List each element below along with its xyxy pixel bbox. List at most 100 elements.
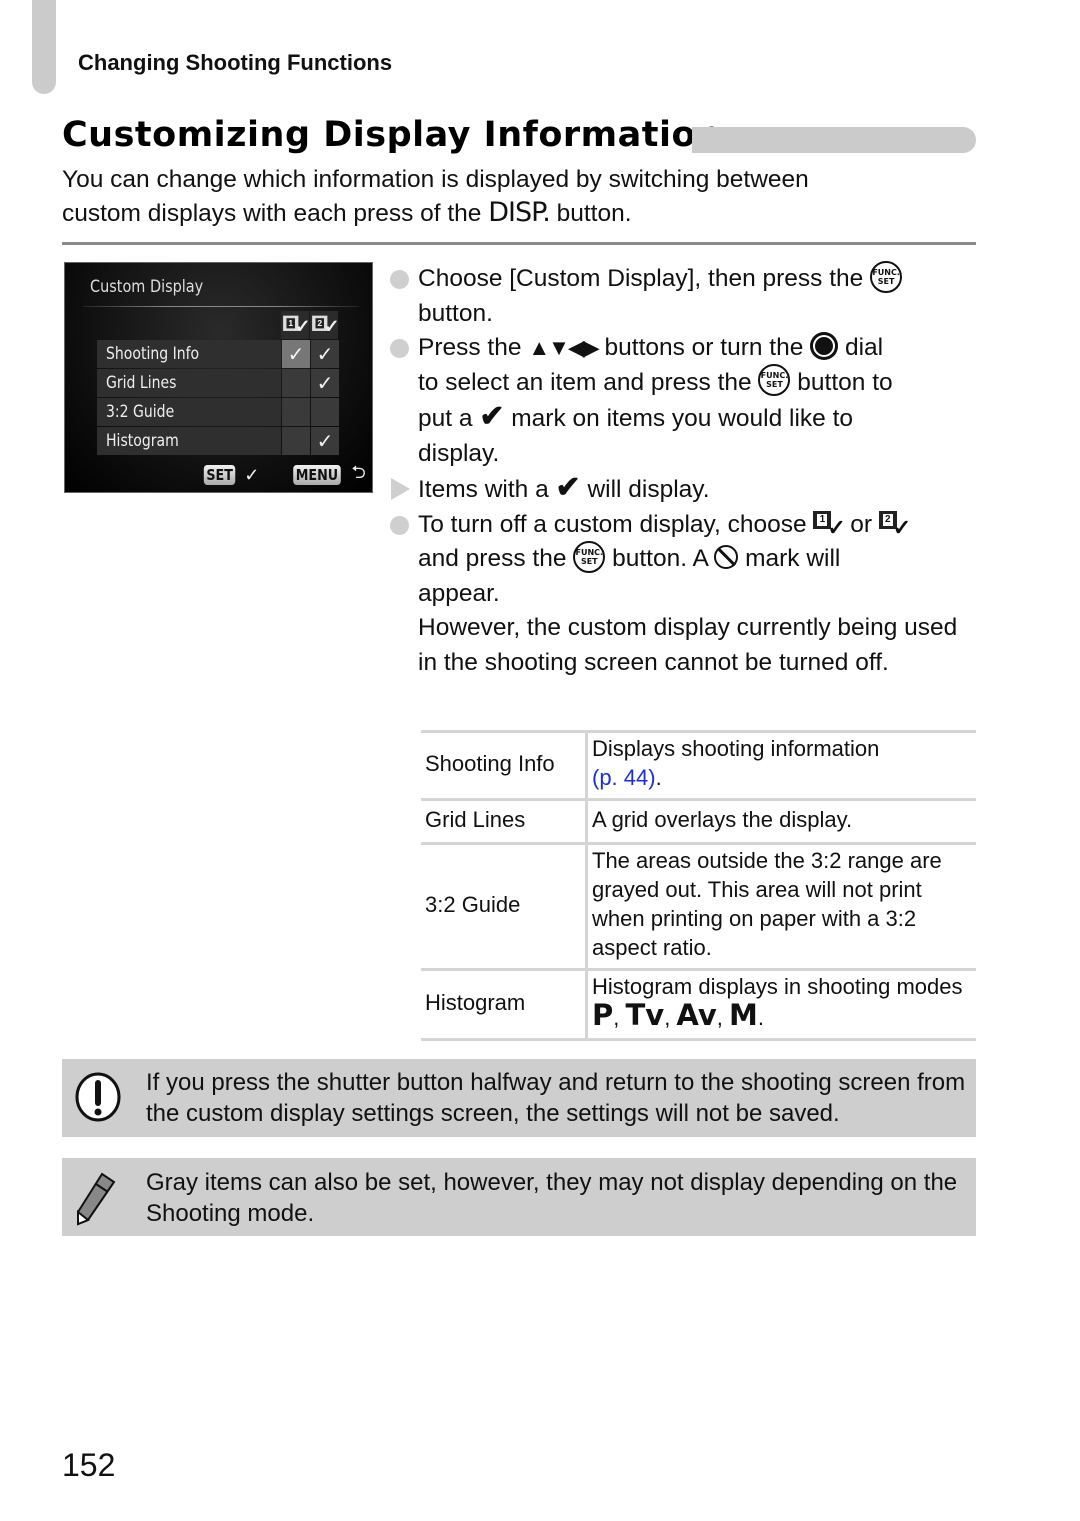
- table-cell-desc: Displays shooting information (p. 44).: [586, 730, 976, 801]
- instruction-steps: Choose [Custom Display], then press the …: [388, 260, 978, 680]
- check-cell: [282, 369, 310, 397]
- section-title: Changing Shooting Functions: [78, 50, 393, 75]
- table-cell-desc: The areas outside the 3:2 range are gray…: [586, 842, 976, 971]
- custom-display-1-icon: 1 ✓: [813, 509, 846, 540]
- camera-row-label: Shooting Info: [106, 344, 200, 363]
- mode-m-icon: M: [728, 998, 758, 1032]
- mode-p-icon: P: [592, 998, 614, 1032]
- bullet-icon: [390, 339, 409, 358]
- divider: [62, 242, 976, 245]
- check-cell: ✓: [311, 369, 339, 397]
- camera-menu-rows: Shooting Info ✓ ✓ Grid Lines ✓ 3:2 Guide…: [97, 340, 339, 456]
- intro-paragraph: You can change which information is disp…: [62, 163, 962, 230]
- camera-screen-title: Custom Display: [90, 277, 204, 297]
- bullet-icon: [390, 515, 409, 535]
- check-cell: ✓: [311, 340, 339, 368]
- table-row: Grid Lines A grid overlays the display.: [421, 798, 976, 845]
- table-row: Histogram Histogram displays in shooting…: [421, 968, 976, 1041]
- step-text: button. A: [605, 545, 715, 572]
- step-text: button.: [418, 299, 493, 327]
- func-set-button-icon: FUNC. SET: [573, 540, 606, 573]
- table-cell-name: Grid Lines: [421, 798, 588, 845]
- display-items-table: Shooting Info Displays shooting informat…: [421, 730, 976, 1041]
- menu-key-icon: MENU: [293, 465, 342, 485]
- check-mark-icon: ✔: [479, 400, 505, 433]
- check-cell: [282, 427, 310, 455]
- camera-title-divider: [83, 306, 359, 307]
- page-number: 152: [62, 1447, 116, 1483]
- func-set-button-icon: FUNC. SET: [870, 260, 903, 293]
- step-select: Press the ▲▼◀▶ buttons or turn the dial …: [388, 331, 978, 471]
- arrow-buttons-icon: ▲▼◀▶: [528, 335, 599, 360]
- page-link[interactable]: (p. 44): [592, 765, 656, 790]
- intro-line-1: You can change which information is disp…: [62, 166, 809, 193]
- mode-av-icon: Av: [676, 998, 717, 1032]
- step-text: Press the: [418, 334, 529, 361]
- custom-display-2-icon: 2 ✓: [310, 311, 340, 339]
- step-text: mark will: [738, 545, 841, 572]
- disp-button-icon: DISP.: [488, 197, 551, 228]
- table-cell-name: Histogram: [421, 968, 588, 1041]
- step-text: button to: [790, 368, 893, 396]
- camera-row-histogram: Histogram ✓: [97, 427, 339, 455]
- set-key-icon: SET: [203, 465, 236, 485]
- heading-bar-decoration: [692, 127, 976, 153]
- memo-text: Gray items can also be set, however, the…: [146, 1169, 958, 1227]
- step-note: However, the custom display currently be…: [418, 614, 958, 676]
- camera-row-label: Histogram: [106, 431, 179, 450]
- check-cell: [282, 398, 310, 426]
- camera-row-label: 3:2 Guide: [106, 402, 175, 421]
- table-row: Shooting Info Displays shooting informat…: [421, 730, 976, 801]
- side-tab-marker: [32, 0, 56, 94]
- camera-screen-illustration: Custom Display 1 ✓ 2 ✓ Shooting Info ✓ ✓ G…: [64, 262, 373, 493]
- page-title: Customizing Display Information: [62, 115, 722, 155]
- step-text: Items with a: [418, 476, 556, 503]
- check-cell: ✓: [282, 340, 310, 368]
- custom-display-1-icon: 1 ✓: [281, 311, 311, 339]
- bullet-icon: [390, 270, 409, 289]
- camera-row-label: Grid Lines: [106, 373, 177, 392]
- memo-note: Gray items can also be set, however, the…: [62, 1158, 976, 1236]
- table-row: 3:2 Guide The areas outside the 3:2 rang…: [421, 842, 976, 971]
- camera-row-32-guide: 3:2 Guide: [97, 398, 339, 426]
- pencil-icon: [77, 1172, 116, 1226]
- step-text: to select an item and press the: [418, 368, 759, 396]
- camera-row-grid-lines: Grid Lines ✓: [97, 369, 339, 397]
- intro-line-2-end: button.: [549, 200, 632, 227]
- table-cell-name: Shooting Info: [421, 730, 588, 801]
- caution-icon: [75, 1072, 121, 1122]
- step-text: Choose [Custom Display], then press the: [418, 265, 871, 292]
- camera-row-shooting-info: Shooting Info ✓ ✓: [97, 340, 339, 368]
- check-cell: [311, 398, 339, 426]
- step-choose: Choose [Custom Display], then press the …: [388, 260, 978, 331]
- step-text: and press the: [418, 545, 574, 572]
- check-cell: ✓: [311, 427, 339, 455]
- caution-text: If you press the shutter button halfway …: [146, 1069, 966, 1127]
- camera-footer: SET ✓ MENU ⮌: [201, 460, 366, 490]
- step-text: display.: [418, 439, 500, 467]
- table-cell-desc: A grid overlays the display.: [586, 798, 976, 845]
- desc-text: Displays shooting information: [592, 736, 880, 761]
- desc-text: .: [655, 765, 662, 790]
- custom-display-2-icon: 2 ✓: [878, 509, 911, 540]
- intro-line-2: custom displays with each press of the: [62, 200, 489, 227]
- step-turn-off: To turn off a custom display, choose 1 ✓ …: [388, 508, 978, 612]
- table-cell-name: 3:2 Guide: [421, 842, 588, 971]
- prohibit-icon: [714, 545, 739, 570]
- check-icon: ✓: [244, 464, 260, 485]
- table-cell-desc: Histogram displays in shooting modes P, …: [586, 968, 976, 1041]
- check-mark-icon: ✔: [555, 471, 581, 504]
- desc-text: Histogram displays in shooting modes: [592, 974, 963, 999]
- step-text: dial: [838, 334, 884, 361]
- step-text: buttons or turn the: [597, 334, 811, 361]
- step-text: put a: [418, 405, 480, 432]
- step-text: will display.: [580, 476, 710, 503]
- mode-tv-icon: Tv: [625, 998, 665, 1032]
- control-dial-icon: [810, 332, 839, 361]
- step-text: appear.: [418, 579, 500, 607]
- step-text: To turn off a custom display, choose: [418, 510, 814, 538]
- step-text: or: [843, 510, 879, 538]
- step-text: mark on items you would like to: [504, 405, 854, 432]
- caution-note: If you press the shutter button halfway …: [62, 1059, 976, 1137]
- func-set-button-icon: FUNC. SET: [758, 364, 791, 397]
